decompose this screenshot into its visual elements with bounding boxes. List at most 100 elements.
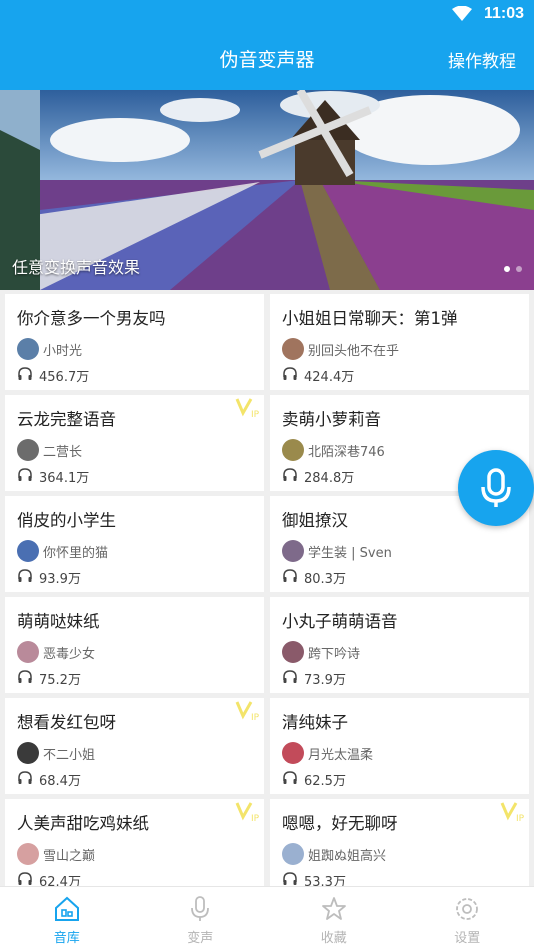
tab-voice-change[interactable]: 变声: [134, 887, 268, 949]
author-name: 二营长: [43, 445, 83, 460]
author-name: 你怀里的猫: [43, 546, 109, 561]
avatar: [282, 843, 304, 865]
author-name: 不二小姐: [43, 748, 96, 763]
tab-label: 变声: [187, 931, 214, 946]
gear-icon: [456, 898, 479, 920]
voice-card[interactable]: 人美声甜吃鸡妹纸 雪山之巅 62.4万 IP: [5, 799, 264, 895]
author-name: 学生装 | Sven: [308, 546, 392, 561]
headphone-icon: [18, 872, 32, 885]
vip-badge-icon: IP: [235, 398, 260, 419]
author-name: 雪山之巅: [43, 849, 96, 864]
avatar: [282, 742, 304, 764]
avatar: [282, 338, 304, 360]
headphone-icon: [283, 367, 297, 380]
author-name: 月光太温柔: [308, 748, 374, 763]
voice-title: 清纯妹子: [282, 713, 348, 732]
status-time: 11:03: [483, 5, 524, 22]
voice-title: 萌萌哒妹纸: [17, 612, 100, 631]
avatar: [282, 540, 304, 562]
voice-title: 小姐姐日常聊天：第1弹: [282, 309, 458, 328]
author-name: 恶毒少女: [43, 647, 96, 662]
svg-text:IP: IP: [516, 814, 525, 823]
banner-caption: 任意变换声音效果: [12, 258, 141, 277]
tab-favorites[interactable]: 收藏: [267, 887, 401, 949]
wifi-icon: [452, 6, 472, 21]
author-name: 小时光: [43, 344, 83, 359]
bottom-navigation: 音库 变声 收藏 设置: [0, 886, 534, 949]
avatar: [17, 742, 39, 764]
app-bar: 伪音变声器 操作教程: [0, 28, 534, 90]
carousel-dot: [504, 266, 510, 272]
voice-title: 嗯嗯，好无聊呀: [282, 814, 398, 833]
avatar: [17, 641, 39, 663]
vip-badge-icon: IP: [235, 802, 260, 823]
voice-card[interactable]: 云龙完整语音二营长 364.1万 IP: [5, 395, 264, 491]
voice-title: 你介意多一个男友吗: [17, 309, 166, 328]
tab-label: 设置: [454, 931, 481, 946]
voice-title: 人美声甜吃鸡妹纸: [17, 814, 149, 833]
svg-text:IP: IP: [251, 410, 260, 419]
voice-card[interactable]: 嗯嗯，好无聊呀 姐踟ぬ姐高兴 53.3万 IP: [270, 799, 529, 895]
avatar: [17, 843, 39, 865]
record-voice-button[interactable]: [458, 450, 534, 526]
headphone-icon: [18, 367, 32, 380]
play-count: 73.9万: [304, 673, 346, 688]
headphone-icon: [18, 670, 32, 683]
voice-card[interactable]: 小姐姐日常聊天：第1弹别回头他不在乎 424.4万: [270, 294, 529, 390]
voice-card[interactable]: 小丸子萌萌语音 跨下吟诗 73.9万: [270, 597, 529, 693]
play-count: 424.4万: [304, 370, 355, 385]
voice-card[interactable]: 你介意多一个男友吗小时光 456.7万: [5, 294, 264, 390]
headphone-icon: [283, 468, 297, 481]
tab-library[interactable]: 音库: [0, 887, 134, 949]
voice-title: 想看发红包呀: [17, 713, 116, 732]
voice-card[interactable]: 清纯妹子月光太温柔 62.5万: [270, 698, 529, 794]
carousel-dot: [516, 266, 522, 272]
avatar: [17, 338, 39, 360]
status-bar: 11:03: [0, 0, 534, 28]
vip-badge-icon: IP: [500, 802, 525, 823]
voice-title: 云龙完整语音: [17, 410, 116, 429]
tab-label: 收藏: [320, 931, 347, 946]
headphone-icon: [18, 569, 32, 582]
author-name: 姐踟ぬ姐高兴: [308, 849, 387, 864]
voice-card[interactable]: 想看发红包呀不二小姐 68.4万 IP: [5, 698, 264, 794]
author-name: 北陌深巷746: [308, 445, 385, 460]
avatar: [17, 439, 39, 461]
headphone-icon: [283, 771, 297, 784]
tab-settings[interactable]: 设置: [401, 887, 534, 949]
microphone-icon: [191, 896, 210, 921]
library-icon: [54, 896, 79, 921]
headphone-icon: [18, 771, 32, 784]
tab-label: 音库: [53, 931, 80, 946]
headphone-icon: [283, 569, 297, 582]
play-count: 68.4万: [39, 774, 81, 789]
headphone-icon: [18, 468, 32, 481]
voice-card[interactable]: 俏皮的小学生你怀里的猫 93.9万: [5, 496, 264, 592]
avatar: [17, 540, 39, 562]
svg-text:IP: IP: [251, 814, 260, 823]
play-count: 80.3万: [304, 572, 346, 587]
carousel-indicator: [504, 266, 522, 272]
voice-title: 俏皮的小学生: [17, 511, 116, 530]
voice-card[interactable]: 萌萌哒妹纸恶毒少女 75.2万: [5, 597, 264, 693]
play-count: 364.1万: [39, 471, 90, 486]
play-count: 456.7万: [39, 370, 90, 385]
play-count: 284.8万: [304, 471, 355, 486]
banner-carousel[interactable]: 任意变换声音效果: [0, 90, 534, 290]
play-count: 75.2万: [39, 673, 81, 688]
vip-badge-icon: IP: [235, 701, 260, 722]
headphone-icon: [283, 670, 297, 683]
star-icon: [321, 897, 346, 920]
avatar: [282, 439, 304, 461]
svg-text:IP: IP: [251, 713, 260, 722]
voice-title: 御姐撩汉: [282, 511, 348, 530]
voice-title: 卖萌小萝莉音: [282, 410, 381, 429]
play-count: 62.5万: [304, 774, 346, 789]
play-count: 93.9万: [39, 572, 81, 587]
headphone-icon: [283, 872, 297, 885]
tutorial-button[interactable]: 操作教程: [448, 47, 516, 72]
microphone-icon: [481, 468, 511, 507]
avatar: [282, 641, 304, 663]
voice-title: 小丸子萌萌语音: [282, 612, 398, 631]
author-name: 别回头他不在乎: [308, 344, 400, 359]
